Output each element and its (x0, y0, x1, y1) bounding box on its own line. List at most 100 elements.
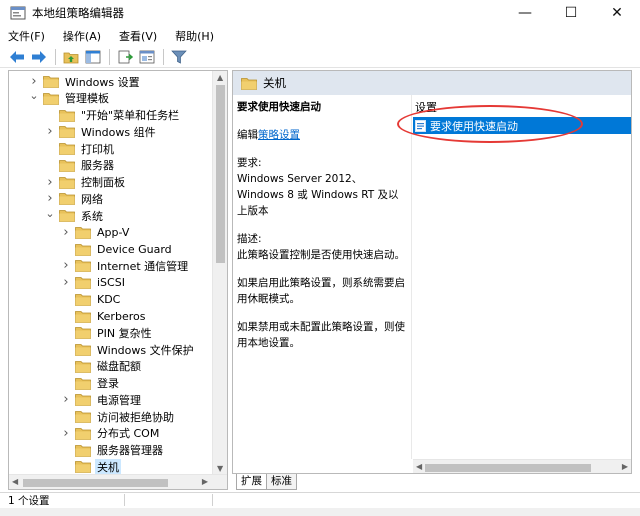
tree-item[interactable]: › 电源管理 (61, 391, 143, 408)
forward-arrow-icon[interactable] (30, 48, 48, 66)
expand-chevron-icon[interactable]: › (61, 392, 71, 407)
collapse-chevron-icon[interactable]: ⌄ (45, 207, 55, 220)
menu-help[interactable]: 帮助(H) (175, 28, 214, 44)
folder-icon (75, 326, 91, 340)
scroll-down-icon[interactable]: ▼ (217, 464, 223, 473)
tree-horizontal-scroll-thumb[interactable] (23, 479, 168, 487)
properties-icon[interactable] (138, 48, 156, 66)
tree-item-label: Internet 通信管理 (97, 259, 189, 273)
show-hide-tree-icon[interactable] (84, 48, 102, 66)
tree-list: › Windows 设置 ⌄ 管理模板 "开始"菜单和任务栏 › Windows 组件 打印机… (9, 71, 214, 475)
tree-item[interactable]: 登录 (61, 375, 121, 392)
tree-item[interactable]: 关机 (61, 458, 121, 475)
filter-icon[interactable] (170, 48, 188, 66)
minimize-button[interactable]: — (502, 0, 548, 26)
setting-row-fast-startup[interactable]: 要求使用快速启动 (413, 117, 631, 134)
tree-item[interactable]: Kerberos (61, 308, 147, 325)
scroll-right-icon[interactable]: ▶ (622, 462, 628, 471)
tree-item[interactable]: › Internet 通信管理 (61, 257, 190, 274)
tree-horizontal-scrollbar[interactable]: ◀ ▶ (9, 474, 227, 489)
tree-item[interactable]: 服务器管理器 (61, 442, 165, 459)
expand-chevron-icon[interactable]: › (45, 175, 55, 190)
tree-item[interactable]: PIN 复杂性 (61, 324, 154, 341)
menu-file[interactable]: 文件(F) (8, 28, 45, 44)
tree-item[interactable]: KDC (61, 291, 122, 308)
tree-item[interactable]: 服务器 (45, 157, 116, 174)
folder-icon (59, 192, 75, 206)
menu-view[interactable]: 查看(V) (119, 28, 157, 44)
scroll-up-icon[interactable]: ▲ (217, 73, 223, 82)
scroll-right-icon[interactable]: ▶ (202, 477, 208, 486)
expand-chevron-icon[interactable]: › (61, 426, 71, 441)
folder-icon (75, 310, 91, 323)
tree-item[interactable]: 访问被拒绝协助 (61, 408, 176, 425)
tree-vertical-scroll-thumb[interactable] (216, 85, 225, 263)
export-list-icon[interactable] (116, 48, 134, 66)
tree-item[interactable]: › 分布式 COM (61, 425, 161, 442)
tree-item-label: App-V (97, 225, 130, 239)
up-folder-icon[interactable] (62, 48, 80, 66)
scroll-left-icon[interactable]: ◀ (416, 462, 422, 471)
status-separator (124, 494, 125, 506)
collapse-chevron-icon[interactable]: ⌄ (29, 89, 39, 102)
expand-chevron-icon[interactable]: › (29, 74, 39, 89)
maximize-button[interactable]: ☐ (548, 0, 594, 26)
tree-item-label: 网络 (81, 192, 103, 206)
tree-item-label: Windows 设置 (65, 75, 140, 89)
tree-vertical-scrollbar[interactable]: ▲ ▼ (212, 71, 227, 475)
expand-chevron-icon[interactable]: › (45, 124, 55, 139)
details-horizontal-scrollbar[interactable]: ◀ ▶ (413, 459, 631, 473)
details-horizontal-scroll-thumb[interactable] (425, 464, 591, 472)
tree-item-label: 电源管理 (97, 393, 141, 407)
tree-item-label: 管理模板 (65, 92, 109, 106)
policy-title: 要求使用快速启动 (237, 101, 321, 113)
expand-chevron-icon[interactable]: › (61, 225, 71, 240)
details-pane: 关机 要求使用快速启动 编辑策略设置 要求: Windows Server 201… (232, 70, 632, 474)
bottom-strip (0, 508, 640, 516)
status-separator (212, 494, 213, 506)
settings-column-header[interactable]: 设置 (413, 97, 631, 117)
details-header-title: 关机 (263, 76, 286, 90)
tree-item[interactable]: ⌄ 管理模板 (29, 89, 111, 107)
title-bar: 本地组策略编辑器 — ☐ ✕ (0, 0, 640, 26)
tree-item[interactable]: ⌄ 系统 (45, 207, 105, 224)
requirements-label: 要求: (237, 157, 262, 169)
tab-standard[interactable]: 标准 (266, 474, 297, 490)
tree-item[interactable]: › iSCSI (61, 274, 127, 291)
edit-policy-link[interactable]: 策略设置 (258, 129, 300, 141)
menu-action[interactable]: 操作(A) (63, 28, 101, 44)
close-button[interactable]: ✕ (594, 0, 640, 26)
expand-chevron-icon[interactable]: › (45, 191, 55, 206)
tab-extended[interactable]: 扩展 (236, 474, 267, 490)
tree-item[interactable]: 磁盘配额 (61, 358, 143, 375)
scroll-left-icon[interactable]: ◀ (12, 477, 18, 486)
tree-item[interactable]: › Windows 设置 (29, 73, 142, 90)
tree-item[interactable]: › 控制面板 (45, 174, 127, 191)
expand-chevron-icon[interactable]: › (61, 275, 71, 290)
tree-item[interactable]: Windows 文件保护 (61, 341, 196, 358)
tree-item[interactable]: › App-V (61, 224, 131, 241)
tree-item[interactable]: › 网络 (45, 190, 105, 207)
tree-item[interactable]: › Windows 组件 (45, 123, 158, 140)
disabled-text: 如果禁用或未配置此策略设置，则使用本地设置。 (237, 321, 405, 349)
folder-icon (75, 259, 91, 273)
tree-item-label: PIN 复杂性 (97, 326, 152, 340)
folder-icon (75, 293, 91, 306)
status-count: 1 个设置 (8, 495, 50, 507)
folder-icon (59, 109, 75, 122)
tree-item[interactable]: "开始"菜单和任务栏 (45, 107, 181, 124)
toolbar (0, 46, 640, 68)
expand-chevron-icon[interactable]: › (61, 258, 71, 273)
tree-item[interactable]: Device Guard (61, 241, 174, 258)
policy-setting-icon (415, 119, 426, 132)
back-arrow-icon[interactable] (8, 48, 26, 66)
tree-item[interactable]: 打印机 (45, 140, 116, 157)
app-icon (10, 5, 26, 21)
